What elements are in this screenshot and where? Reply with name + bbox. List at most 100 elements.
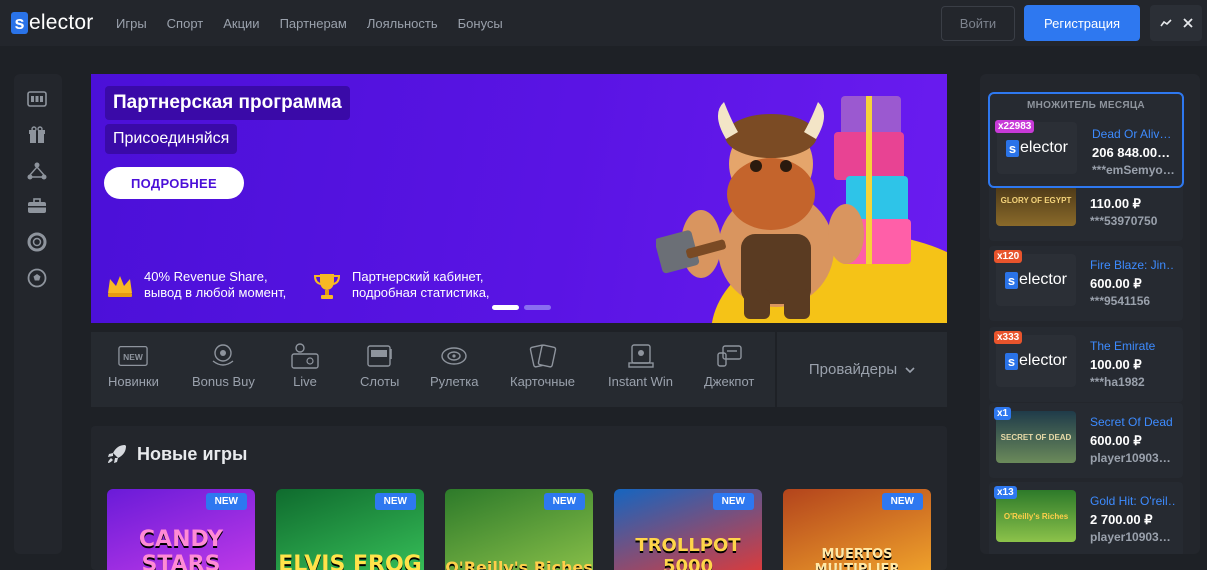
banner-dot-2[interactable] (524, 305, 551, 310)
login-button[interactable]: Войти (941, 6, 1015, 41)
win-user: player10903… (1090, 530, 1171, 544)
roulette-icon (439, 342, 469, 370)
multiplier-badge: x1 (994, 407, 1012, 420)
providers-dropdown[interactable]: Провайдеры (777, 332, 947, 407)
win-amount: 206 848.00… (1092, 145, 1171, 160)
header-tools (1150, 5, 1202, 41)
new-icon: NEW (118, 342, 149, 370)
category-roulette[interactable]: Рулетка (430, 342, 478, 389)
nav-item-partners[interactable]: Партнерам (280, 16, 347, 31)
jackpot-icon (714, 342, 744, 370)
game-title: MUERTOS MULTIPLIER (814, 547, 900, 570)
nav-item-promotions[interactable]: Акции (223, 16, 259, 31)
category-bonus-buy[interactable]: Bonus Buy (192, 342, 255, 389)
banner-feature-2: Партнерский кабинет, подробная статистик… (352, 269, 490, 300)
lifebuoy-icon[interactable] (26, 231, 48, 253)
category-new[interactable]: NEW Новинки (108, 342, 159, 389)
thumb-label: GLORY OF EGYPT (1000, 195, 1072, 205)
providers-label: Провайдеры (808, 361, 898, 378)
win-game[interactable]: Dead Or Aliv… (1092, 127, 1177, 141)
game-card[interactable]: NEW ELVIS FROG (276, 489, 424, 570)
win-amount: 600.00 ₽ (1090, 433, 1142, 448)
new-games-section: Новые игры NEW CANDY STARS NEW ELVIS FRO… (91, 426, 947, 570)
win-row[interactable]: O'Reilly's Riches x13 Gold Hit: O'reil… … (989, 482, 1183, 554)
banner-pagination (492, 305, 551, 310)
gift-icon[interactable] (26, 124, 48, 146)
nav-item-sport[interactable]: Спорт (167, 16, 204, 31)
game-card[interactable]: NEW CANDY STARS (107, 489, 255, 570)
game-title: ELVIS FROG (278, 552, 422, 570)
new-badge: NEW (712, 493, 754, 510)
new-badge: NEW (374, 493, 416, 510)
multiplier-badge: x120 (994, 250, 1023, 263)
win-row[interactable]: SECRET OF DEAD x1 Secret Of Dead 600.00 … (989, 403, 1183, 478)
svg-text:NEW: NEW (124, 352, 144, 362)
category-instant-win[interactable]: Instant Win (608, 342, 673, 389)
new-badge: NEW (205, 493, 247, 510)
category-bar: NEW Новинки Bonus Buy Live Слоты Рулетка… (91, 332, 775, 407)
slot-machine-icon[interactable] (26, 88, 48, 110)
win-row[interactable]: s elector x120 Fire Blaze: Jin… 600.00 ₽ … (989, 246, 1183, 321)
game-card[interactable]: NEW TROLLPOT 5000 (614, 489, 762, 570)
featured-heading: МНОЖИТЕЛЬ МЕСЯЦА (1027, 100, 1145, 111)
thumb-label: O'Reilly's Riches (1003, 511, 1069, 521)
game-card[interactable]: NEW MUERTOS MULTIPLIER (783, 489, 931, 570)
logo-badge: s (11, 12, 28, 34)
win-user: ***53970750 (1090, 214, 1158, 228)
win-game[interactable]: Secret Of Dead (1090, 415, 1175, 429)
game-title: CANDY STARS (138, 527, 224, 570)
banner-title: Партнерская программа (105, 86, 350, 120)
wins-panel: GLORY OF EGYPT 110.00 ₽ ***53970750 МНОЖ… (980, 74, 1200, 554)
game-title: TROLLPOT 5000 (635, 535, 741, 570)
nav-item-loyalty[interactable]: Лояльность (367, 16, 438, 31)
left-sidebar (14, 74, 62, 554)
new-badge: NEW (881, 493, 923, 510)
multiplier-badge: x13 (994, 486, 1017, 499)
chevron-down-icon (905, 363, 915, 377)
crown-icon (108, 276, 132, 297)
category-live[interactable]: Live (290, 342, 320, 389)
section-title: Новые игры (137, 444, 248, 464)
banner-more-button[interactable]: ПОДРОБНЕЕ (104, 167, 244, 199)
category-jackpot[interactable]: Джекпот (704, 342, 754, 389)
win-user: player10903… (1090, 451, 1171, 465)
close-icon[interactable] (1182, 16, 1193, 31)
site-logo[interactable]: s elector (11, 11, 93, 35)
nav-item-games[interactable]: Игры (116, 16, 147, 31)
bonus-buy-icon (208, 342, 238, 370)
referral-icon[interactable] (26, 160, 48, 182)
win-amount: 600.00 ₽ (1090, 276, 1142, 291)
rocket-icon (108, 445, 126, 463)
main-nav: Игры Спорт Акции Партнерам Лояльность Бо… (116, 0, 523, 46)
trophy-icon (313, 274, 341, 299)
promo-banner[interactable]: Партнерская программа Присоединяйся ПОДР… (91, 74, 947, 323)
register-button[interactable]: Регистрация (1024, 5, 1140, 41)
win-user: ***emSemyo… (1092, 163, 1175, 177)
multiplier-badge: x22983 (995, 120, 1035, 133)
win-amount: 100.00 ₽ (1090, 357, 1142, 372)
cards-icon (528, 342, 558, 370)
instant-win-icon (626, 342, 656, 370)
nav-item-bonuses[interactable]: Бонусы (458, 16, 503, 31)
win-user: ***9541156 (1090, 294, 1151, 308)
win-game[interactable]: The Emirate (1090, 339, 1175, 353)
win-game[interactable]: Fire Blaze: Jin… (1090, 258, 1175, 272)
chart-icon[interactable] (1159, 16, 1172, 31)
logo-text: elector (29, 11, 94, 34)
month-multiplier-card[interactable]: МНОЖИТЕЛЬ МЕСЯЦА s elector x22983 Dead Or… (988, 92, 1184, 188)
banner-subtitle: Присоединяйся (105, 124, 238, 154)
win-user: ***ha1982 (1090, 375, 1145, 389)
football-icon[interactable] (26, 267, 48, 289)
briefcase-icon[interactable] (26, 195, 48, 217)
top-bar: s elector Игры Спорт Акции Партнерам Лоя… (0, 0, 1207, 46)
win-row[interactable]: s elector x333 The Emirate 100.00 ₽ ***ha… (989, 327, 1183, 402)
slots-icon (365, 342, 395, 370)
new-badge: NEW (543, 493, 585, 510)
category-cards[interactable]: Карточные (510, 342, 575, 389)
viking-illustration (656, 96, 911, 319)
win-game[interactable]: Gold Hit: O'reil… (1090, 494, 1175, 508)
multiplier-badge: x333 (994, 331, 1023, 344)
category-slots[interactable]: Слоты (360, 342, 399, 389)
game-card[interactable]: NEW O'Reilly's Riches (445, 489, 593, 570)
banner-dot-1[interactable] (492, 305, 519, 310)
